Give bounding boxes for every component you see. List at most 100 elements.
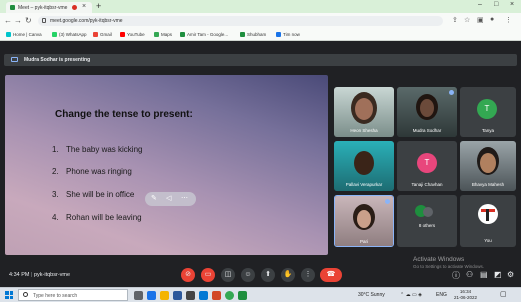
clock-time: 16:34 <box>459 289 472 294</box>
lock-icon <box>42 18 46 23</box>
notifications-icon[interactable]: ▢ <box>500 290 507 298</box>
more-icon[interactable]: ⋯ <box>181 194 188 202</box>
powerpoint-icon[interactable] <box>212 291 221 300</box>
new-tab-icon[interactable]: + <box>96 1 101 11</box>
self-tile[interactable]: You <box>460 195 516 247</box>
bookmark-item[interactable]: Tim now <box>276 32 300 37</box>
bookmark-item[interactable]: YouTube <box>120 32 145 37</box>
word-icon[interactable] <box>173 291 182 300</box>
edge-icon[interactable] <box>147 291 156 300</box>
youtube-icon <box>120 32 125 37</box>
clock[interactable]: 16:34 21-06-2022 <box>454 289 477 301</box>
slide-list-item: 1. The baby was kicking <box>52 145 143 154</box>
other-avatar <box>423 207 433 217</box>
microphone-off-icon[interactable]: ⊘ <box>181 268 195 282</box>
store-icon[interactable] <box>186 291 195 300</box>
bookmark-item[interactable]: (3) WhatsApp <box>52 32 87 37</box>
search-placeholder: Type here to search <box>33 293 78 299</box>
whatsapp-icon <box>52 32 57 37</box>
language-indicator[interactable]: ENG <box>436 292 447 298</box>
captions-icon[interactable]: ◫ <box>221 268 235 282</box>
task-view-icon[interactable] <box>134 291 143 300</box>
share-icon[interactable]: ⇪ <box>452 16 458 24</box>
clock-date: 21-06-2022 <box>454 295 478 300</box>
bookmark-star-icon[interactable]: ☆ <box>464 16 470 24</box>
participant-tile[interactable]: T Tanaji Chavhan <box>397 141 457 191</box>
profile-icon[interactable]: ● <box>490 16 494 23</box>
participant-name: Heon Shesha <box>350 128 378 133</box>
recording-indicator-icon <box>72 5 77 10</box>
participant-tile[interactable]: Bhavya Mahesh <box>460 141 516 191</box>
file-explorer-icon[interactable] <box>160 291 169 300</box>
close-window-icon[interactable]: × <box>510 1 514 8</box>
meeting-time: 4:34 PM <box>9 272 30 278</box>
activities-icon[interactable]: ◩ <box>494 270 502 279</box>
participant-tile[interactable]: Pari <box>334 195 394 247</box>
slide-list-item: 4. Rohan will be leaving <box>52 213 142 222</box>
participant-tile[interactable]: Pallavi Verapurkar <box>334 141 394 191</box>
chrome-icon[interactable] <box>225 291 234 300</box>
participant-name: Mudra Sodhar <box>412 128 442 133</box>
back-icon[interactable]: ← <box>4 16 12 25</box>
bookmarks-bar: Home | Canva (3) WhatsApp Gmail YouTube … <box>0 29 521 41</box>
end-call-button[interactable]: ☎ <box>320 268 342 282</box>
more-options-icon[interactable]: ⋮ <box>301 268 315 282</box>
maps-icon <box>154 32 159 37</box>
participant-tile[interactable]: Heon Shesha <box>334 87 394 137</box>
browser-tab[interactable]: Meet – pyk-itqbsr-vme × <box>6 2 92 13</box>
participant-face <box>355 98 373 120</box>
sheets-icon <box>180 32 185 37</box>
meet-stage: Mudra Sodhar is presenting Change the te… <box>0 41 521 265</box>
mail-icon[interactable] <box>199 291 208 300</box>
bookmark-item[interactable]: Maps <box>154 32 172 37</box>
bookmark-item[interactable]: Amir Tam - Google... <box>180 32 228 37</box>
participant-name: Pallavi Verapurkar <box>345 182 383 187</box>
tray-icons[interactable]: ⌃ ☁ ▭ ◈ <box>400 292 422 298</box>
windows-start-icon[interactable] <box>5 291 13 299</box>
excel-icon[interactable] <box>238 291 247 300</box>
mute-presenter-icon[interactable]: ◁ <box>166 194 171 202</box>
windows-taskbar: Type here to search 30°C Sunny ⌃ ☁ ▭ ◈ E… <box>0 287 521 302</box>
search-icon <box>23 292 28 297</box>
bookmark-item[interactable]: Home | Canva <box>6 32 42 37</box>
presenting-label: Mudra Sodhar is presenting <box>24 57 91 63</box>
close-tab-icon[interactable]: × <box>82 3 86 10</box>
present-now-icon[interactable]: ⬆ <box>261 268 275 282</box>
participant-avatar: T <box>417 153 437 173</box>
others-tile[interactable]: 8 others <box>397 195 457 247</box>
minimize-icon[interactable]: – <box>478 1 482 8</box>
browser-tab-bar: Meet – pyk-itqbsr-vme × + – □ × <box>0 0 521 13</box>
camera-off-icon[interactable]: ▭ <box>201 268 215 282</box>
self-name: You <box>484 238 492 243</box>
participant-name: Tanaji Chavhan <box>411 182 443 187</box>
maximize-icon[interactable]: □ <box>494 1 498 8</box>
participant-face <box>480 153 496 173</box>
people-icon[interactable]: ⚇ <box>466 270 473 279</box>
participant-tile[interactable]: T Tanya <box>460 87 516 137</box>
taskbar-search-input[interactable]: Type here to search <box>18 289 128 301</box>
others-count: 8 others <box>418 223 436 228</box>
menu-icon[interactable]: ⋮ <box>505 16 512 24</box>
participant-name: Tanya <box>481 128 494 133</box>
activate-windows-subtitle: Go to Settings to activate Windows. <box>413 264 485 269</box>
forward-icon[interactable]: → <box>14 16 22 25</box>
info-icon[interactable]: ⓘ <box>452 270 460 281</box>
slide-list-item: 2. Phone was ringing <box>52 167 132 176</box>
docs-icon <box>276 32 281 37</box>
bookmark-item[interactable]: Shubham <box>240 32 266 37</box>
pin-controls-pill[interactable]: ✎ ◁ ⋯ <box>145 192 196 206</box>
pin-icon[interactable]: ✎ <box>151 194 157 202</box>
bookmark-item[interactable]: Gmail <box>93 32 112 37</box>
raise-hand-icon[interactable]: ✋ <box>281 268 295 282</box>
reactions-icon[interactable]: ☺ <box>241 268 255 282</box>
url-field[interactable]: meet.google.com/pyk-itqbsr-vme <box>38 16 443 26</box>
participant-face <box>357 210 371 228</box>
host-controls-icon[interactable]: ⚙ <box>507 270 514 279</box>
address-bar-row: ← → ↻ meet.google.com/pyk-itqbsr-vme ⇪ ☆… <box>0 13 521 29</box>
participant-tile[interactable]: Mudra Sodhar <box>397 87 457 137</box>
chat-icon[interactable]: ▤ <box>480 270 488 279</box>
extensions-icon[interactable]: ▣ <box>477 16 484 24</box>
presenting-banner: Mudra Sodhar is presenting <box>4 54 517 66</box>
reload-icon[interactable]: ↻ <box>25 16 32 25</box>
weather-widget[interactable]: 30°C Sunny <box>358 292 385 298</box>
